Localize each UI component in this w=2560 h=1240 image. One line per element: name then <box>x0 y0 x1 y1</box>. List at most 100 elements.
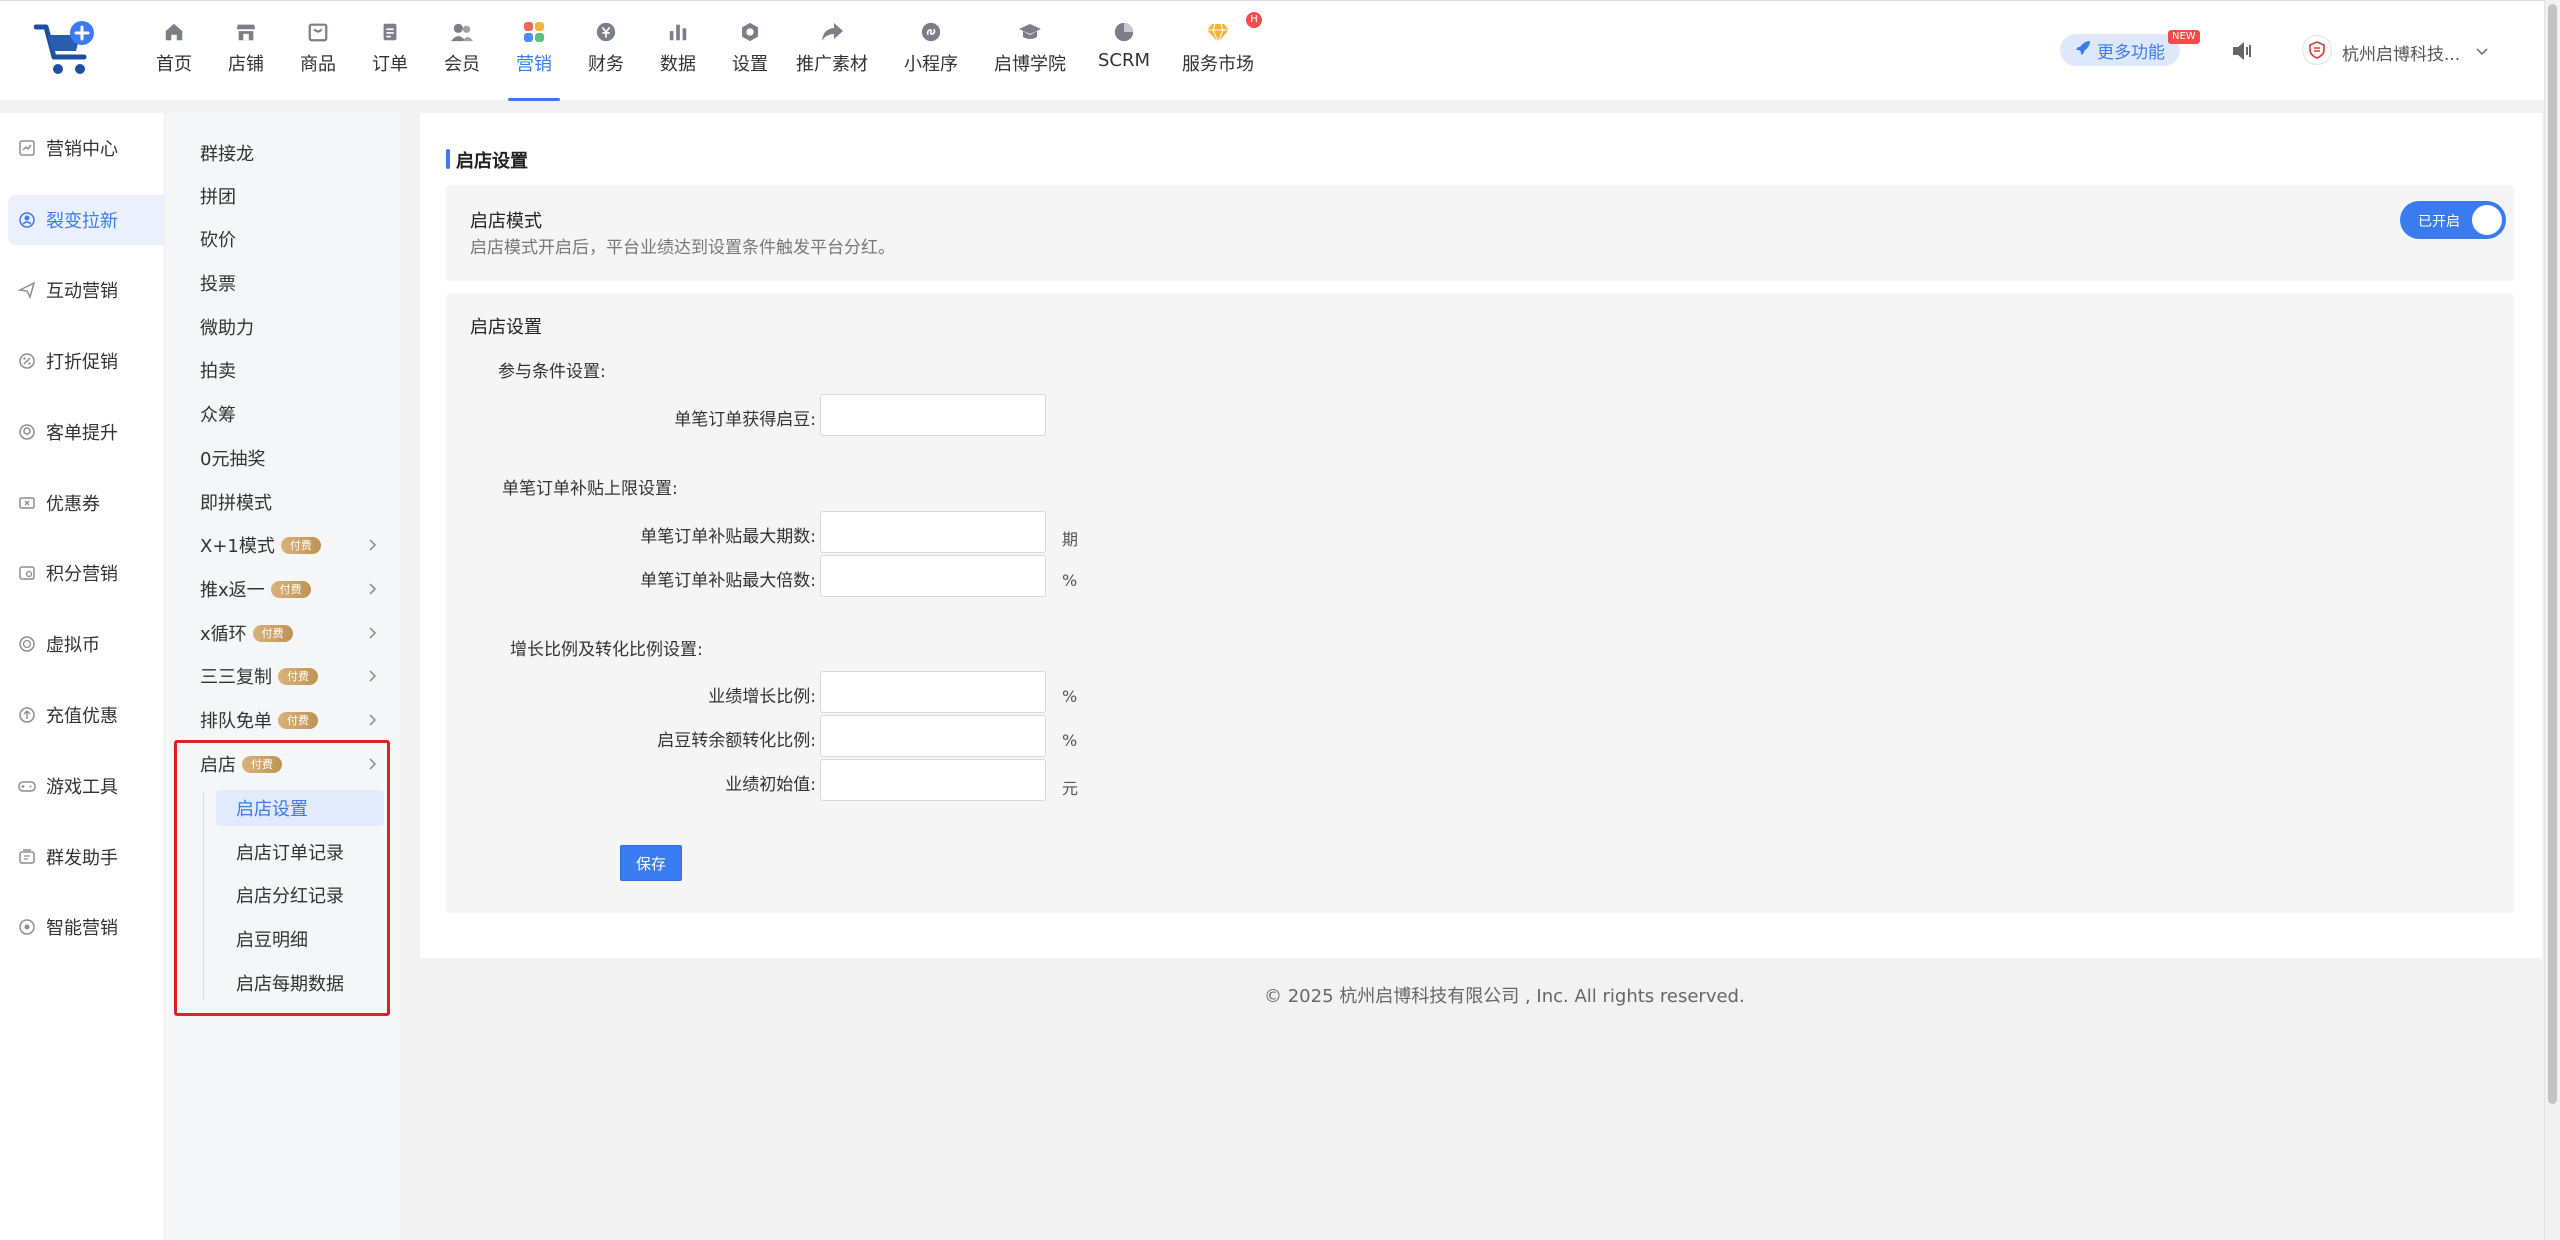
points-icon <box>18 564 36 582</box>
coupon-icon <box>18 494 36 512</box>
bean-per-order-input[interactable] <box>820 394 1046 436</box>
recharge-icon <box>18 706 36 724</box>
nav-item-service-market[interactable]: H 服务市场 <box>1182 1 1262 101</box>
sidebar-item-recharge[interactable]: 充值优惠 <box>8 690 164 740</box>
gear-icon <box>737 19 763 45</box>
submenu-item-auction[interactable]: 拍卖 <box>200 350 380 390</box>
submenu-child-label: 启店订单记录 <box>236 843 344 864</box>
submenu-label: 拍卖 <box>200 361 236 382</box>
sidebar-item-game-tools[interactable]: 游戏工具 <box>8 761 164 811</box>
sidebar-item-label: 积分营销 <box>46 564 118 585</box>
nav-label: 营销 <box>516 54 552 75</box>
scrollbar-thumb[interactable] <box>2548 4 2557 1104</box>
fission-icon <box>18 211 36 229</box>
sidebar-item-points[interactable]: 积分营销 <box>8 548 164 598</box>
nav-item-settings[interactable]: 设置 <box>724 1 776 101</box>
sidebar-item-label: 互动营销 <box>46 281 118 302</box>
nav-label: 店铺 <box>228 54 264 75</box>
subsidy-limit-group-title: 单笔订单补贴上限设置: <box>502 479 678 499</box>
submenu-item-push-x-return-one[interactable]: 推x返一 付费 <box>200 569 380 609</box>
nav-item-finance[interactable]: 财务 <box>580 1 632 101</box>
submenu-label: 群接龙 <box>200 144 254 165</box>
submenu-item-instant-group[interactable]: 即拼模式 <box>200 482 380 522</box>
pie-chart-icon <box>1111 19 1137 45</box>
submenu-child-qidian-settings[interactable]: 启店设置 <box>216 790 384 826</box>
sidebar-item-coupon[interactable]: 优惠券 <box>8 478 164 528</box>
nav-label: 数据 <box>660 54 696 75</box>
nav-label: SCRM <box>1097 50 1151 71</box>
nav-item-member[interactable]: 会员 <box>436 1 488 101</box>
sidebar-item-label: 群发助手 <box>46 848 118 869</box>
max-multiple-input[interactable] <box>820 555 1046 597</box>
diamond-icon <box>1205 19 1231 45</box>
toggle-label: 已开启 <box>2418 214 2460 230</box>
submenu-item-crowdfunding[interactable]: 众筹 <box>200 394 380 434</box>
submenu-child-order-records[interactable]: 启店订单记录 <box>216 834 384 870</box>
member-icon <box>449 19 475 45</box>
primary-sidebar: 营销中心 裂变拉新 互动营销 打折促销 客单提升 优惠券 积分营销 虚拟币 充值… <box>0 113 164 1240</box>
main-nav: 首页 店铺 商品 订单 会员 营销 财务 数据 设置 推广素材 小程序 启博学院… <box>140 1 1262 101</box>
submenu-item-x-plus-one[interactable]: X+1模式 付费 <box>200 525 380 565</box>
nav-item-academy[interactable]: 启博学院 <box>994 1 1066 101</box>
nav-item-store[interactable]: 店铺 <box>220 1 272 101</box>
submenu-item-x-cycle[interactable]: x循环 付费 <box>200 613 380 653</box>
sidebar-item-discount[interactable]: 打折促销 <box>8 336 164 386</box>
submenu-child-period-data[interactable]: 启店每期数据 <box>216 965 384 1001</box>
nav-item-marketing[interactable]: 营销 <box>508 1 560 101</box>
home-icon <box>161 19 187 45</box>
sidebar-item-virtual-coin[interactable]: 虚拟币 <box>8 619 164 669</box>
submenu-child-dividend-records[interactable]: 启店分红记录 <box>216 877 384 913</box>
submenu-item-qidian[interactable]: 启店 付费 <box>200 744 380 784</box>
nav-item-promo-material[interactable]: 推广素材 <box>796 1 868 101</box>
submenu-item-free-lottery[interactable]: 0元抽奖 <box>200 438 380 478</box>
order-icon <box>377 19 403 45</box>
broadcast-icon <box>18 848 36 866</box>
submenu-child-label: 启店分红记录 <box>236 886 344 907</box>
periods-unit: 期 <box>1062 530 1079 549</box>
nav-item-order[interactable]: 订单 <box>364 1 416 101</box>
nav-item-scrm[interactable]: SCRM <box>1096 1 1152 101</box>
submenu-item-vote[interactable]: 投票 <box>200 263 380 303</box>
submenu-item-group-solitaire[interactable]: 群接龙 <box>200 133 380 173</box>
company-avatar[interactable] <box>2302 35 2332 65</box>
nav-item-miniprogram[interactable]: 小程序 <box>904 1 958 101</box>
initial-value-input[interactable] <box>820 759 1046 801</box>
nav-item-data[interactable]: 数据 <box>652 1 704 101</box>
submenu-child-label: 启店设置 <box>236 799 308 820</box>
cart-logo-icon[interactable] <box>33 19 98 79</box>
submenu-item-group-buy[interactable]: 拼团 <box>200 176 380 216</box>
company-name[interactable]: 杭州启博科技... <box>2342 40 2460 65</box>
submenu-item-bargain[interactable]: 砍价 <box>200 219 380 259</box>
paid-badge: 付费 <box>252 624 293 642</box>
settings-section-title: 启店设置 <box>470 317 542 338</box>
save-button[interactable]: 保存 <box>620 845 682 881</box>
vertical-scrollbar[interactable] <box>2544 0 2560 1240</box>
sidebar-item-label: 客单提升 <box>46 423 118 444</box>
nav-item-goods[interactable]: 商品 <box>292 1 344 101</box>
more-features-button[interactable]: 更多功能 <box>2060 34 2180 66</box>
max-periods-input[interactable] <box>820 511 1046 553</box>
yuan-unit: 元 <box>1062 779 1079 798</box>
nav-label: 首页 <box>156 54 192 75</box>
sidebar-item-label: 游戏工具 <box>46 777 118 798</box>
submenu-item-micro-assist[interactable]: 微助力 <box>200 307 380 347</box>
convert-ratio-input[interactable] <box>820 715 1046 757</box>
sidebar-item-broadcast[interactable]: 群发助手 <box>8 832 164 882</box>
chevron-down-icon[interactable] <box>2474 43 2490 59</box>
sidebar-item-smart[interactable]: 智能营销 <box>8 902 164 952</box>
mode-toggle-switch[interactable]: 已开启 <box>2400 201 2506 239</box>
sidebar-item-label: 虚拟币 <box>46 635 100 656</box>
nav-label: 会员 <box>444 54 480 75</box>
submenu-item-triple-copy[interactable]: 三三复制 付费 <box>200 656 380 696</box>
growth-ratio-input[interactable] <box>820 671 1046 713</box>
sidebar-item-interactive[interactable]: 互动营销 <box>8 265 164 315</box>
submenu-label: x循环 <box>200 624 247 645</box>
submenu-item-queue-free[interactable]: 排队免单 付费 <box>200 700 380 740</box>
submenu-label: 拼团 <box>200 187 236 208</box>
sidebar-item-fission[interactable]: 裂变拉新 <box>8 195 164 245</box>
sidebar-item-aov-boost[interactable]: 客单提升 <box>8 407 164 457</box>
speaker-icon[interactable] <box>2230 39 2256 63</box>
nav-item-home[interactable]: 首页 <box>148 1 200 101</box>
submenu-child-bean-details[interactable]: 启豆明细 <box>216 921 384 957</box>
sidebar-item-marketing-center[interactable]: 营销中心 <box>8 123 164 173</box>
